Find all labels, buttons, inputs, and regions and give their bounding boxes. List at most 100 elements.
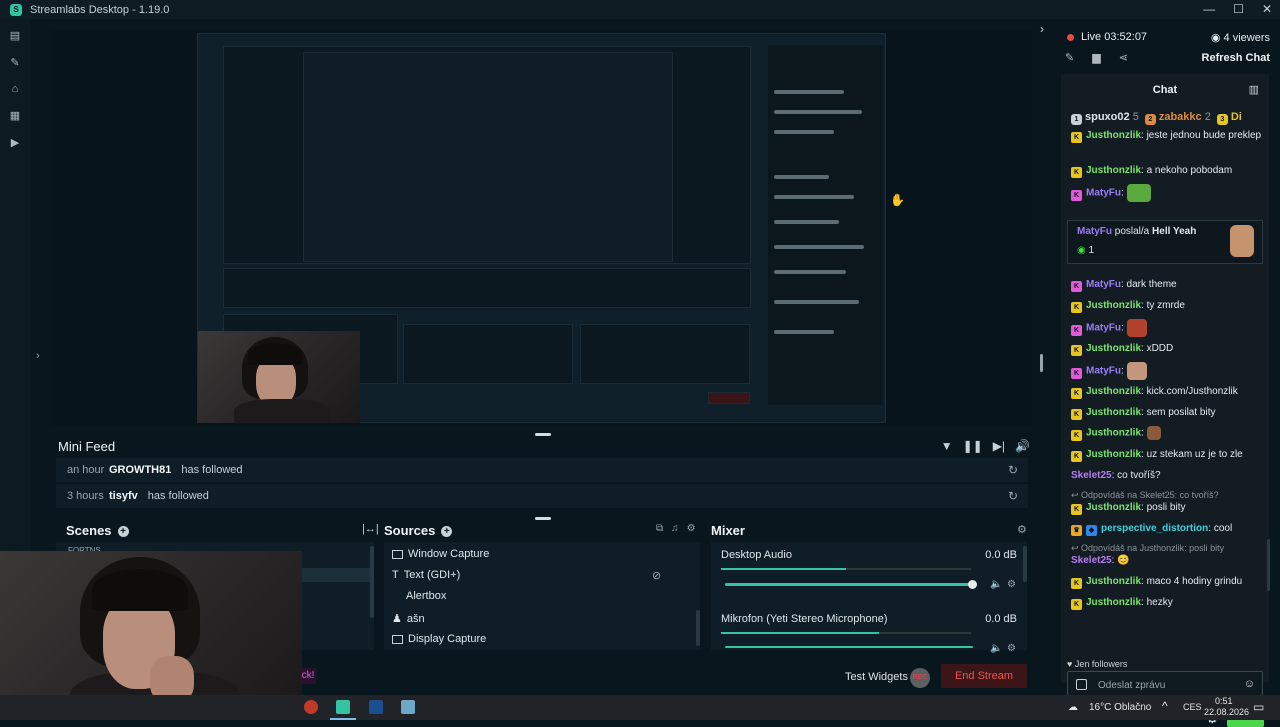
mixer-settings-gear-icon[interactable]: ⚙ bbox=[1017, 523, 1027, 536]
themes-icon[interactable]: ✎ bbox=[9, 58, 21, 69]
record-button[interactable]: REC bbox=[910, 668, 930, 688]
chat-user[interactable]: MatyFu bbox=[1086, 323, 1121, 334]
selected-scene-highlight[interactable] bbox=[300, 568, 372, 582]
sources-scrollbar[interactable] bbox=[696, 610, 700, 646]
volume-slider[interactable] bbox=[725, 580, 977, 589]
play-icon[interactable]: ▶ bbox=[9, 138, 21, 149]
pause-icon[interactable]: ❚❚ bbox=[963, 439, 983, 453]
source-item[interactable]: Window Capture bbox=[392, 548, 489, 560]
repeat-alert-icon[interactable]: ↻ bbox=[1008, 489, 1018, 503]
chat-user[interactable]: Justhonzlik bbox=[1086, 165, 1141, 176]
source-item[interactable]: Alertbox bbox=[406, 590, 446, 602]
close-button[interactable]: ✕ bbox=[1262, 0, 1272, 19]
chat-text: : hezky bbox=[1141, 597, 1173, 608]
recording-app-icon[interactable] bbox=[304, 700, 318, 714]
mute-icon[interactable]: 🔈 bbox=[990, 579, 1002, 590]
viewer-count-label: 4 viewers bbox=[1223, 32, 1270, 44]
crown-badge-icon: ♛ bbox=[1071, 525, 1082, 536]
volume-slider-knob[interactable] bbox=[968, 580, 977, 589]
source-item[interactable]: ♟ ašn bbox=[392, 612, 425, 626]
chat-user[interactable]: Justhonzlik bbox=[1086, 407, 1141, 418]
highlighted-message: MatyFu poslal/a Hell Yeah ◉ 1 bbox=[1067, 220, 1263, 264]
window-controls: — ☐ ✕ bbox=[1203, 0, 1272, 19]
scenes-scrollbar[interactable] bbox=[370, 546, 374, 618]
mixer-scrollbar[interactable] bbox=[1023, 546, 1027, 582]
clock-date[interactable]: 22.08.2026 bbox=[1204, 707, 1249, 717]
mini-feed: Mini Feed ▼ ❚❚ ▶| 🔊 an hour GROWTH81 has… bbox=[52, 434, 1032, 514]
mute-icon[interactable]: 🔈 bbox=[990, 643, 1002, 654]
volume-icon[interactable]: 🔊 bbox=[1015, 439, 1030, 453]
windows-taskbar: ☁ 16°C Oblačno ^ CES 0:51 22.08.2026 ▭ bbox=[0, 695, 1280, 720]
chat-user[interactable]: MatyFu bbox=[1086, 188, 1121, 199]
chat-user[interactable]: Justhonzlik bbox=[1086, 386, 1141, 397]
chat-user[interactable]: MatyFu bbox=[1077, 226, 1112, 237]
source-mixer-icon[interactable]: ♫ bbox=[671, 523, 679, 534]
streamlabs-taskbar-icon[interactable] bbox=[336, 700, 350, 714]
chat-user[interactable]: MatyFu bbox=[1086, 279, 1121, 290]
chat-message: K Justhonzlik: a nekoho pobodam bbox=[1071, 164, 1263, 178]
feed-action: has followed bbox=[181, 464, 243, 476]
chat-user[interactable]: Justhonzlik bbox=[1086, 428, 1141, 439]
skip-icon[interactable]: ▶| bbox=[993, 439, 1005, 453]
chat-message: ♛ ◆ perspective_distortion: cool bbox=[1071, 522, 1263, 536]
weather-text[interactable]: 16°C Oblačno bbox=[1089, 702, 1151, 713]
preview-scrollbar[interactable] bbox=[1040, 354, 1043, 372]
end-stream-button[interactable]: End Stream bbox=[941, 664, 1027, 688]
chat-user[interactable]: Skelet25 bbox=[1071, 470, 1112, 481]
weather-icon[interactable]: ☁ bbox=[1068, 702, 1078, 713]
top-viewer[interactable]: 3 Di bbox=[1216, 111, 1242, 125]
volume-slider[interactable] bbox=[725, 646, 973, 648]
source-group-icon[interactable]: ⧉ bbox=[656, 523, 663, 534]
scene-transitions-icon[interactable]: |↔| bbox=[362, 523, 379, 535]
layout-icon[interactable]: ▦ bbox=[9, 111, 21, 122]
expand-left-arrow-icon[interactable]: › bbox=[36, 350, 40, 362]
chat-user[interactable]: Justhonzlik bbox=[1086, 449, 1141, 460]
app-taskbar-icon[interactable] bbox=[369, 700, 383, 714]
store-icon[interactable]: ⌂ bbox=[9, 84, 21, 95]
channel-settings-gear-icon[interactable]: ⚙ bbox=[1007, 643, 1016, 654]
source-item[interactable]: T Text (GDI+) bbox=[392, 569, 460, 581]
chat-user[interactable]: MatyFu bbox=[1086, 366, 1121, 377]
minimize-button[interactable]: — bbox=[1203, 0, 1215, 19]
edit-stream-icon[interactable]: ✎ bbox=[1065, 51, 1074, 64]
language-indicator[interactable]: CES bbox=[1183, 702, 1202, 712]
clip-icon[interactable]: ▆ bbox=[1092, 51, 1100, 64]
chat-user[interactable]: Justhonzlik bbox=[1086, 576, 1141, 587]
filter-icon[interactable]: ▼ bbox=[941, 439, 953, 453]
editor-icon[interactable]: ▤ bbox=[9, 31, 21, 42]
maximize-button[interactable]: ☐ bbox=[1233, 0, 1244, 19]
add-source-button[interactable]: + bbox=[441, 526, 453, 538]
share-icon[interactable]: ⋖ bbox=[1119, 51, 1128, 64]
top-viewer[interactable]: 1 spuxo02 5 bbox=[1071, 111, 1139, 125]
chat-user[interactable]: Justhonzlik bbox=[1086, 300, 1141, 311]
chat-user[interactable]: Justhonzlik bbox=[1086, 343, 1141, 354]
top-viewer[interactable]: 2 zabakkc 2 bbox=[1144, 111, 1211, 125]
shield-icon[interactable] bbox=[1076, 679, 1087, 690]
source-item[interactable]: Display Capture bbox=[392, 633, 486, 645]
explorer-taskbar-icon[interactable] bbox=[401, 700, 415, 714]
repeat-alert-icon[interactable]: ↻ bbox=[1008, 463, 1018, 477]
emoji-icon[interactable]: ☺ bbox=[1244, 678, 1255, 690]
chat-user[interactable]: perspective_distortion bbox=[1101, 523, 1208, 534]
notifications-icon[interactable]: ▭ bbox=[1253, 700, 1264, 714]
channel-settings-gear-icon[interactable]: ⚙ bbox=[1007, 579, 1016, 590]
add-scene-button[interactable]: + bbox=[117, 526, 129, 538]
hidden-eye-icon[interactable]: ⊘ bbox=[652, 569, 661, 582]
clock-time[interactable]: 0:51 bbox=[1215, 696, 1233, 706]
mixer-channel-name: Mikrofon (Yeti Stereo Microphone) bbox=[721, 613, 888, 625]
test-widgets-button[interactable]: Test Widgets bbox=[845, 671, 908, 683]
chat-scrollbar[interactable] bbox=[1267, 539, 1270, 591]
feed-user: GROWTH81 bbox=[109, 464, 172, 476]
leaderboard-icon[interactable]: ▥ bbox=[1249, 83, 1259, 96]
chat-user[interactable]: Justhonzlik bbox=[1086, 130, 1141, 141]
source-properties-icon[interactable]: ⚙ bbox=[687, 523, 696, 534]
subscriber-badge-icon: K bbox=[1071, 599, 1082, 610]
chat-user[interactable]: Skelet25 bbox=[1071, 555, 1112, 566]
refresh-chat-button[interactable]: Refresh Chat bbox=[1202, 52, 1270, 64]
tray-chevron-icon[interactable]: ^ bbox=[1162, 699, 1168, 713]
chat-user[interactable]: Justhonzlik bbox=[1086, 502, 1141, 513]
eye-icon: ◉ bbox=[1210, 32, 1224, 44]
collapse-chat-arrow-icon[interactable]: › bbox=[1040, 22, 1044, 36]
chat-user[interactable]: Justhonzlik bbox=[1086, 597, 1141, 608]
chat-message: K MatyFu: bbox=[1071, 362, 1263, 380]
